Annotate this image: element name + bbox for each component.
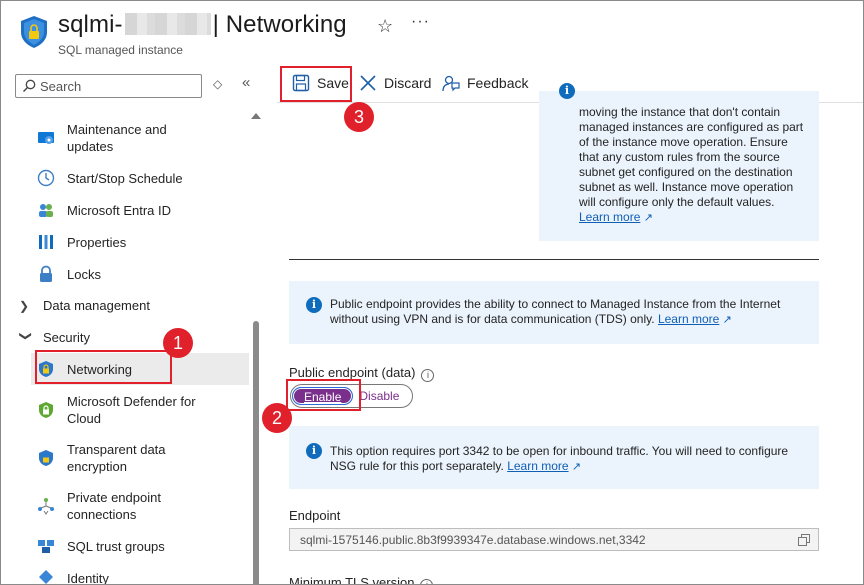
sidebar-item-identity[interactable]: Identity	[37, 569, 249, 584]
endpoint-value: sqlmi-1575146.public.8b3f9939347e.databa…	[300, 533, 646, 547]
chevron-down-icon: ❯	[19, 330, 33, 341]
public-endpoint-info-box: i Public endpoint provides the ability t…	[289, 281, 819, 344]
discard-button[interactable]: Discard	[359, 74, 431, 92]
external-link-icon: ↗	[643, 212, 653, 224]
sidebar-item-defender[interactable]: Microsoft Defender for Cloud	[37, 393, 249, 427]
disable-option[interactable]: Disable	[353, 389, 411, 403]
sidebar-scrollbar[interactable]	[253, 321, 259, 584]
copy-icon[interactable]	[798, 534, 810, 546]
ellipsis-icon[interactable]: ···	[411, 13, 430, 31]
collapse-sidebar-icon[interactable]: «	[242, 74, 250, 91]
min-tls-label: Minimum TLS version i	[289, 575, 434, 584]
endpoint-field[interactable]: sqlmi-1575146.public.8b3f9939347e.databa…	[289, 528, 819, 551]
sidebar-item-trust-groups[interactable]: SQL trust groups	[37, 537, 249, 555]
lock-icon	[37, 265, 55, 283]
annotation-box-save	[280, 66, 352, 102]
identity-icon	[37, 569, 55, 584]
external-link-icon: ↗	[722, 314, 732, 326]
sort-icon[interactable]: ◇	[213, 77, 222, 91]
search-icon	[23, 79, 36, 92]
port-info-box: i This option requires port 3342 to be o…	[289, 426, 819, 489]
close-icon	[360, 75, 376, 91]
sidebar-search[interactable]	[15, 74, 202, 98]
page-subtitle: SQL managed instance	[58, 43, 183, 57]
learn-more-link[interactable]: Learn more	[658, 312, 719, 326]
clock-icon	[37, 169, 55, 187]
info-circle-icon[interactable]: i	[420, 579, 434, 584]
sidebar-group-data-management[interactable]: ❯ Data management	[19, 298, 150, 313]
sidebar-item-maintenance[interactable]: Maintenance and updates	[37, 121, 249, 155]
private-endpoint-icon	[37, 497, 55, 515]
page-title: sqlmi- | Networking	[58, 11, 347, 38]
section-divider	[289, 259, 819, 260]
endpoint-label: Endpoint	[289, 508, 341, 523]
encryption-icon	[37, 449, 55, 467]
sidebar-item-properties[interactable]: Properties	[37, 233, 249, 251]
public-endpoint-info-text: Public endpoint provides the ability to …	[330, 297, 781, 326]
sidebar-item-tde[interactable]: Transparent data encryption	[37, 441, 249, 475]
scroll-up-arrow[interactable]	[251, 113, 261, 119]
sidebar-item-private-endpoint[interactable]: Private endpoint connections	[37, 489, 249, 523]
external-link-icon: ↗	[571, 461, 582, 473]
sidebar-group-security[interactable]: ❯ Security	[19, 330, 90, 345]
learn-more-link[interactable]: Learn more	[507, 459, 568, 473]
info-icon: i	[559, 83, 575, 99]
sidebar-item-locks[interactable]: Locks	[37, 265, 249, 283]
learn-more-link[interactable]: Learn more	[579, 210, 640, 224]
sidebar-item-start-stop[interactable]: Start/Stop Schedule	[37, 169, 249, 187]
azure-portal-window: sqlmi- | Networking SQL managed instance …	[0, 0, 864, 585]
instance-move-info-text: moving the instance that don't contain m…	[579, 105, 804, 224]
annotation-badge-3: 3	[344, 102, 374, 132]
users-icon	[37, 201, 55, 219]
properties-icon	[37, 233, 55, 251]
trust-group-icon	[37, 537, 55, 555]
defender-icon	[37, 401, 55, 419]
annotation-box-enable	[286, 379, 361, 411]
search-input[interactable]	[40, 77, 195, 95]
annotation-box-networking	[35, 350, 172, 384]
chevron-right-icon: ❯	[19, 298, 30, 313]
port-info-text: This option requires port 3342 to be ope…	[330, 444, 789, 473]
annotation-badge-2: 2	[262, 403, 292, 433]
maintenance-icon	[37, 129, 55, 147]
sidebar-item-entra-id[interactable]: Microsoft Entra ID	[37, 201, 249, 219]
star-icon[interactable]: ☆	[377, 16, 393, 37]
info-icon: i	[306, 443, 322, 459]
feedback-button[interactable]: Feedback	[442, 74, 528, 92]
annotation-badge-1: 1	[163, 328, 193, 358]
sql-managed-instance-icon	[21, 16, 47, 48]
redacted-name	[124, 13, 211, 35]
instance-move-info-box: i moving the instance that don't contain…	[539, 83, 819, 241]
feedback-icon	[442, 75, 460, 92]
info-circle-icon[interactable]: i	[421, 369, 435, 382]
info-icon: i	[306, 297, 322, 313]
